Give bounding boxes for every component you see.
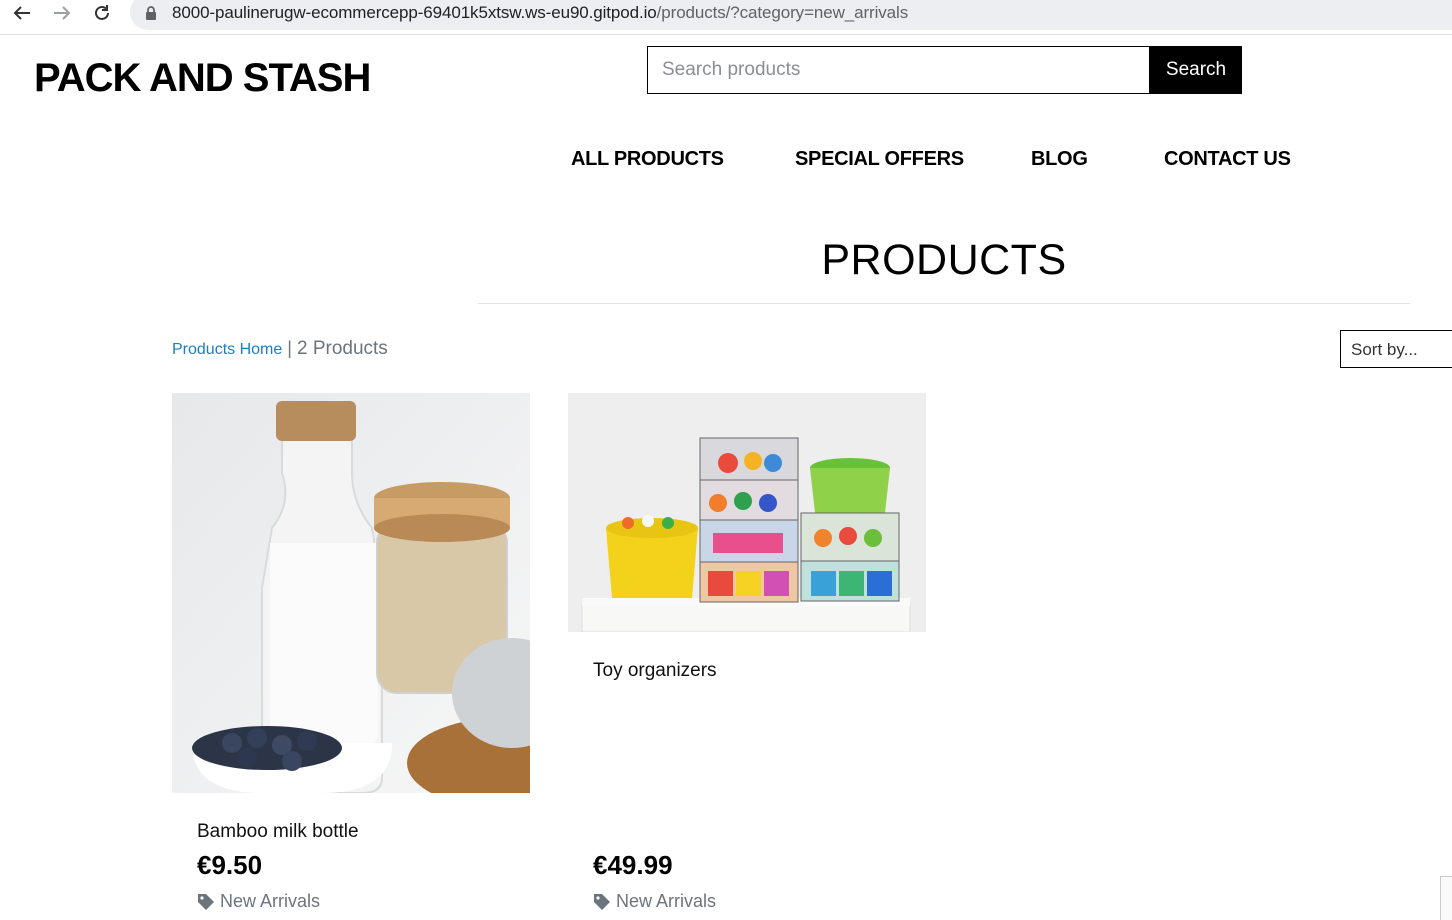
title-divider (478, 303, 1410, 304)
forward-icon[interactable] (49, 0, 75, 26)
tag-icon (198, 893, 214, 910)
product-category[interactable]: New Arrivals (197, 891, 320, 912)
toy-organizer-image (568, 393, 926, 632)
product-category[interactable]: New Arrivals (593, 891, 716, 912)
product-name[interactable]: Bamboo milk bottle (197, 821, 359, 843)
nav-contact-us[interactable]: CONTACT US (1164, 148, 1291, 171)
browser-toolbar: 8000-paulinerugw-ecommercepp-69401k5xtsw… (0, 0, 1452, 35)
nav-all-products[interactable]: ALL PRODUCTS (571, 148, 724, 171)
reload-icon[interactable] (89, 0, 115, 26)
search-button[interactable]: Search (1150, 46, 1242, 94)
back-to-top-button[interactable] (1440, 876, 1452, 920)
product-image[interactable] (172, 393, 530, 793)
nav-special-offers[interactable]: SPECIAL OFFERS (795, 148, 964, 171)
product-card[interactable]: Toy organizers €49.99 New Arrivals (568, 393, 926, 911)
breadcrumb-separator: | (287, 338, 292, 358)
product-name[interactable]: Toy organizers (593, 660, 717, 682)
sort-select[interactable]: Sort by... (1340, 330, 1452, 368)
page-title: PRODUCTS (821, 236, 1067, 284)
main-nav: ALL PRODUCTS SPECIAL OFFERS BLOG CONTACT… (0, 148, 1452, 174)
search-input[interactable] (647, 46, 1150, 94)
product-count: 2 Products (296, 338, 388, 359)
product-card[interactable]: Bamboo milk bottle €9.50 New Arrivals (172, 393, 530, 911)
back-icon[interactable] (9, 0, 35, 26)
category-label: New Arrivals (616, 891, 717, 911)
url-text: 8000-paulinerugw-ecommercepp-69401k5xtsw… (172, 3, 909, 22)
lock-icon (145, 6, 157, 25)
milk-bottle-image (172, 393, 530, 793)
breadcrumb: Products Home | 2 Products (172, 338, 388, 360)
product-price: €9.50 (197, 850, 263, 880)
site-logo[interactable]: PACK AND STASH (34, 56, 371, 101)
products-home-link[interactable]: Products Home (172, 341, 282, 358)
product-price: €49.99 (593, 850, 673, 880)
search-form: Search (647, 46, 1242, 94)
tag-icon (594, 893, 610, 910)
address-bar[interactable]: 8000-paulinerugw-ecommercepp-69401k5xtsw… (130, 0, 1452, 30)
product-image[interactable] (568, 393, 926, 632)
category-label: New Arrivals (220, 891, 321, 911)
nav-blog[interactable]: BLOG (1031, 148, 1088, 171)
